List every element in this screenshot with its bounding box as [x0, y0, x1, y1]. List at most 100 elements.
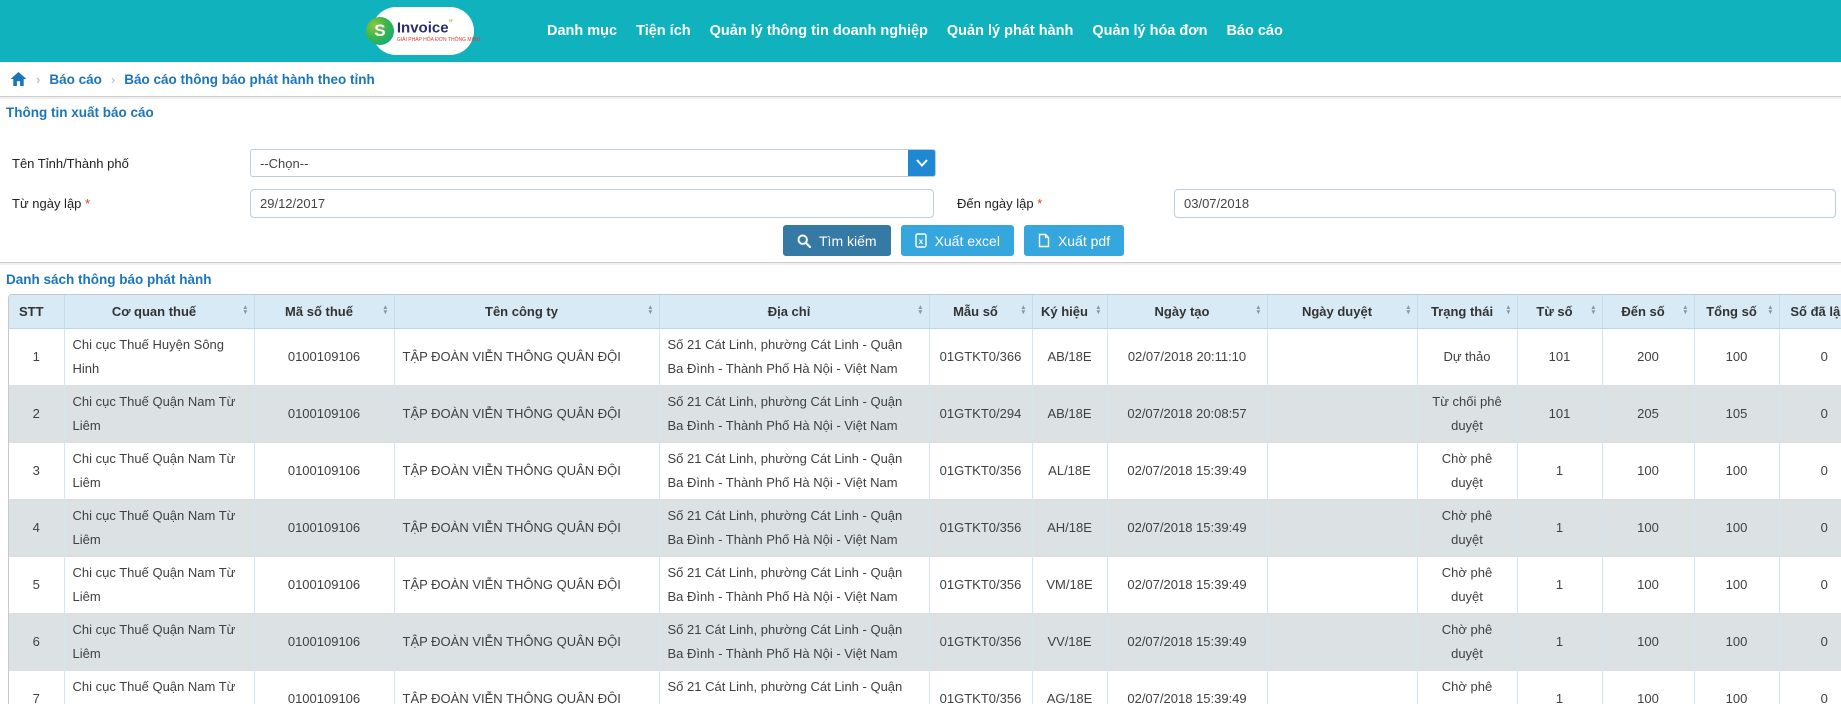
table-cell: 100 — [1694, 556, 1779, 613]
home-icon[interactable] — [10, 72, 27, 87]
column-header-label: Tên công ty — [485, 304, 558, 319]
nav-item-4[interactable]: Quản lý hóa đơn — [1092, 23, 1207, 39]
table-cell: TẬP ĐOÀN VIỄN THÔNG QUÂN ĐỘI — [394, 385, 659, 442]
table-cell: 100 — [1694, 442, 1779, 499]
table-cell: 1 — [1517, 499, 1602, 556]
column-header-label: Đến số — [1621, 304, 1664, 319]
table-cell: TẬP ĐOÀN VIỄN THÔNG QUÂN ĐỘI — [394, 556, 659, 613]
sort-icon[interactable]: ▲▼ — [1405, 306, 1411, 316]
column-header-13[interactable]: Số đã lập▲▼ — [1779, 295, 1841, 328]
table-cell: 100 — [1694, 613, 1779, 670]
to-date-input[interactable] — [1174, 189, 1836, 218]
nav-item-3[interactable]: Quản lý phát hành — [947, 23, 1073, 39]
table-cell: Chi cục Thuế Quận Nam Từ Liêm — [64, 442, 254, 499]
table-cell: 0 — [1779, 556, 1841, 613]
column-header-label: Địa chỉ — [768, 304, 811, 319]
table-cell: 100 — [1602, 442, 1694, 499]
column-header-9[interactable]: Trạng thái▲▼ — [1417, 295, 1517, 328]
sort-icon[interactable]: ▲▼ — [1020, 306, 1026, 316]
column-header-5[interactable]: Mẫu số▲▼ — [929, 295, 1032, 328]
table-cell: 02/07/2018 15:39:49 — [1107, 442, 1267, 499]
column-header-label: Cơ quan thuế — [112, 304, 196, 319]
table-cell: 0100109106 — [254, 556, 394, 613]
filter-section-title: Thông tin xuất báo cáo — [6, 105, 154, 120]
table-cell: 02/07/2018 15:39:49 — [1107, 556, 1267, 613]
table-row: 1Chi cục Thuế Huyện Sông Hinh0100109106T… — [9, 328, 1841, 385]
nav-item-1[interactable]: Tiện ích — [636, 23, 691, 39]
table-cell: Số 21 Cát Linh, phường Cát Linh - Quận B… — [659, 556, 929, 613]
table-cell: 1 — [1517, 556, 1602, 613]
table-cell: Từ chối phê duyệt — [1417, 385, 1517, 442]
table-cell: 205 — [1602, 385, 1694, 442]
table-cell: AG/18E — [1032, 670, 1107, 704]
svg-text:x: x — [918, 237, 923, 246]
table-cell: TẬP ĐOÀN VIỄN THÔNG QUÂN ĐỘI — [394, 670, 659, 704]
nav-item-5[interactable]: Báo cáo — [1226, 23, 1282, 39]
sort-icon[interactable]: ▲▼ — [917, 306, 923, 316]
column-header-4[interactable]: Địa chỉ ▲▼ — [659, 295, 929, 328]
column-header-6[interactable]: Ký hiệu ▲▼ — [1032, 295, 1107, 328]
table-row: 5Chi cục Thuế Quận Nam Từ Liêm0100109106… — [9, 556, 1841, 613]
table-cell: Chờ phê duyệt — [1417, 613, 1517, 670]
table-cell: 6 — [9, 613, 64, 670]
breadcrumb-item-bao-cao[interactable]: Báo cáo — [49, 72, 102, 87]
table-cell: 01GTKT0/356 — [929, 499, 1032, 556]
export-excel-button[interactable]: x Xuất excel — [901, 225, 1014, 256]
table-cell: 200 — [1602, 328, 1694, 385]
search-button[interactable]: Tìm kiếm — [783, 225, 891, 256]
table-cell: Chi cục Thuế Quận Nam Từ Liêm — [64, 499, 254, 556]
sort-icon[interactable]: ▲▼ — [1505, 306, 1511, 316]
column-header-10[interactable]: Từ số▲▼ — [1517, 295, 1602, 328]
table-cell: Chờ phê duyệt — [1417, 442, 1517, 499]
table-cell — [1267, 385, 1417, 442]
table-cell: 1 — [1517, 442, 1602, 499]
table-cell: Chờ phê duyệt — [1417, 670, 1517, 704]
column-header-3[interactable]: Tên công ty ▲▼ — [394, 295, 659, 328]
nav-menu: Danh mục Tiện ích Quản lý thông tin doanh … — [547, 0, 1283, 62]
table-row: 6Chi cục Thuế Quận Nam Từ Liêm0100109106… — [9, 613, 1841, 670]
sort-icon[interactable]: ▲▼ — [382, 306, 388, 316]
release-report-table: STTCơ quan thuế▲▼Mã số thuế▲▼Tên công ty… — [8, 294, 1841, 704]
table-cell: 101 — [1517, 328, 1602, 385]
province-select[interactable]: --Chọn-- — [250, 149, 936, 177]
column-header-8[interactable]: Ngày duyệt▲▼ — [1267, 295, 1417, 328]
table-cell: 4 — [9, 499, 64, 556]
column-header-2[interactable]: Mã số thuế▲▼ — [254, 295, 394, 328]
nav-item-2[interactable]: Quản lý thông tin doanh nghiệp — [710, 23, 928, 39]
table-cell: 0 — [1779, 442, 1841, 499]
report-filter-form: Thông tin xuất báo cáo Tên Tỉnh/Thành ph… — [0, 99, 1841, 262]
chevron-down-icon[interactable] — [908, 150, 935, 176]
province-select-value: --Chọn-- — [251, 156, 908, 171]
column-header-1[interactable]: Cơ quan thuế ▲▼ — [64, 295, 254, 328]
table-cell: 01GTKT0/294 — [929, 385, 1032, 442]
sort-icon[interactable]: ▲▼ — [1682, 306, 1688, 316]
table-cell: 5 — [9, 556, 64, 613]
table-cell: 01GTKT0/356 — [929, 556, 1032, 613]
sort-icon[interactable]: ▲▼ — [242, 306, 248, 316]
column-header-label: Ký hiệu — [1041, 304, 1088, 319]
breadcrumb-separator: › — [36, 72, 40, 87]
column-header-7[interactable]: Ngày tạo▲▼ — [1107, 295, 1267, 328]
sort-icon[interactable]: ▲▼ — [647, 306, 653, 316]
table-cell: 0100109106 — [254, 328, 394, 385]
column-header-12[interactable]: Tổng số▲▼ — [1694, 295, 1779, 328]
sort-icon[interactable]: ▲▼ — [1767, 306, 1773, 316]
breadcrumb: › Báo cáo › Báo cáo thông báo phát hành … — [0, 62, 1841, 96]
from-date-input[interactable] — [250, 189, 934, 218]
sort-icon[interactable]: ▲▼ — [1255, 306, 1261, 316]
sort-icon[interactable]: ▲▼ — [1095, 306, 1101, 316]
table-row: 2Chi cục Thuế Quận Nam Từ Liêm0100109106… — [9, 385, 1841, 442]
column-header-11[interactable]: Đến số ▲▼ — [1602, 295, 1694, 328]
nav-item-0[interactable]: Danh mục — [547, 23, 617, 39]
table-section-title: Danh sách thông báo phát hành — [6, 272, 1841, 287]
table-header-row: STTCơ quan thuế▲▼Mã số thuế▲▼Tên công ty… — [9, 295, 1841, 328]
table-cell — [1267, 556, 1417, 613]
table-cell: 0100109106 — [254, 670, 394, 704]
table-row: 4Chi cục Thuế Quận Nam Từ Liêm0100109106… — [9, 499, 1841, 556]
app-logo[interactable]: S Invoice” GIẢI PHÁP HÓA ĐƠN THÔNG MINH — [372, 7, 474, 55]
export-pdf-button[interactable]: Xuất pdf — [1024, 225, 1124, 256]
table-cell: 0100109106 — [254, 442, 394, 499]
sort-icon[interactable]: ▲▼ — [1590, 306, 1596, 316]
table-cell: AB/18E — [1032, 328, 1107, 385]
table-cell: AH/18E — [1032, 499, 1107, 556]
